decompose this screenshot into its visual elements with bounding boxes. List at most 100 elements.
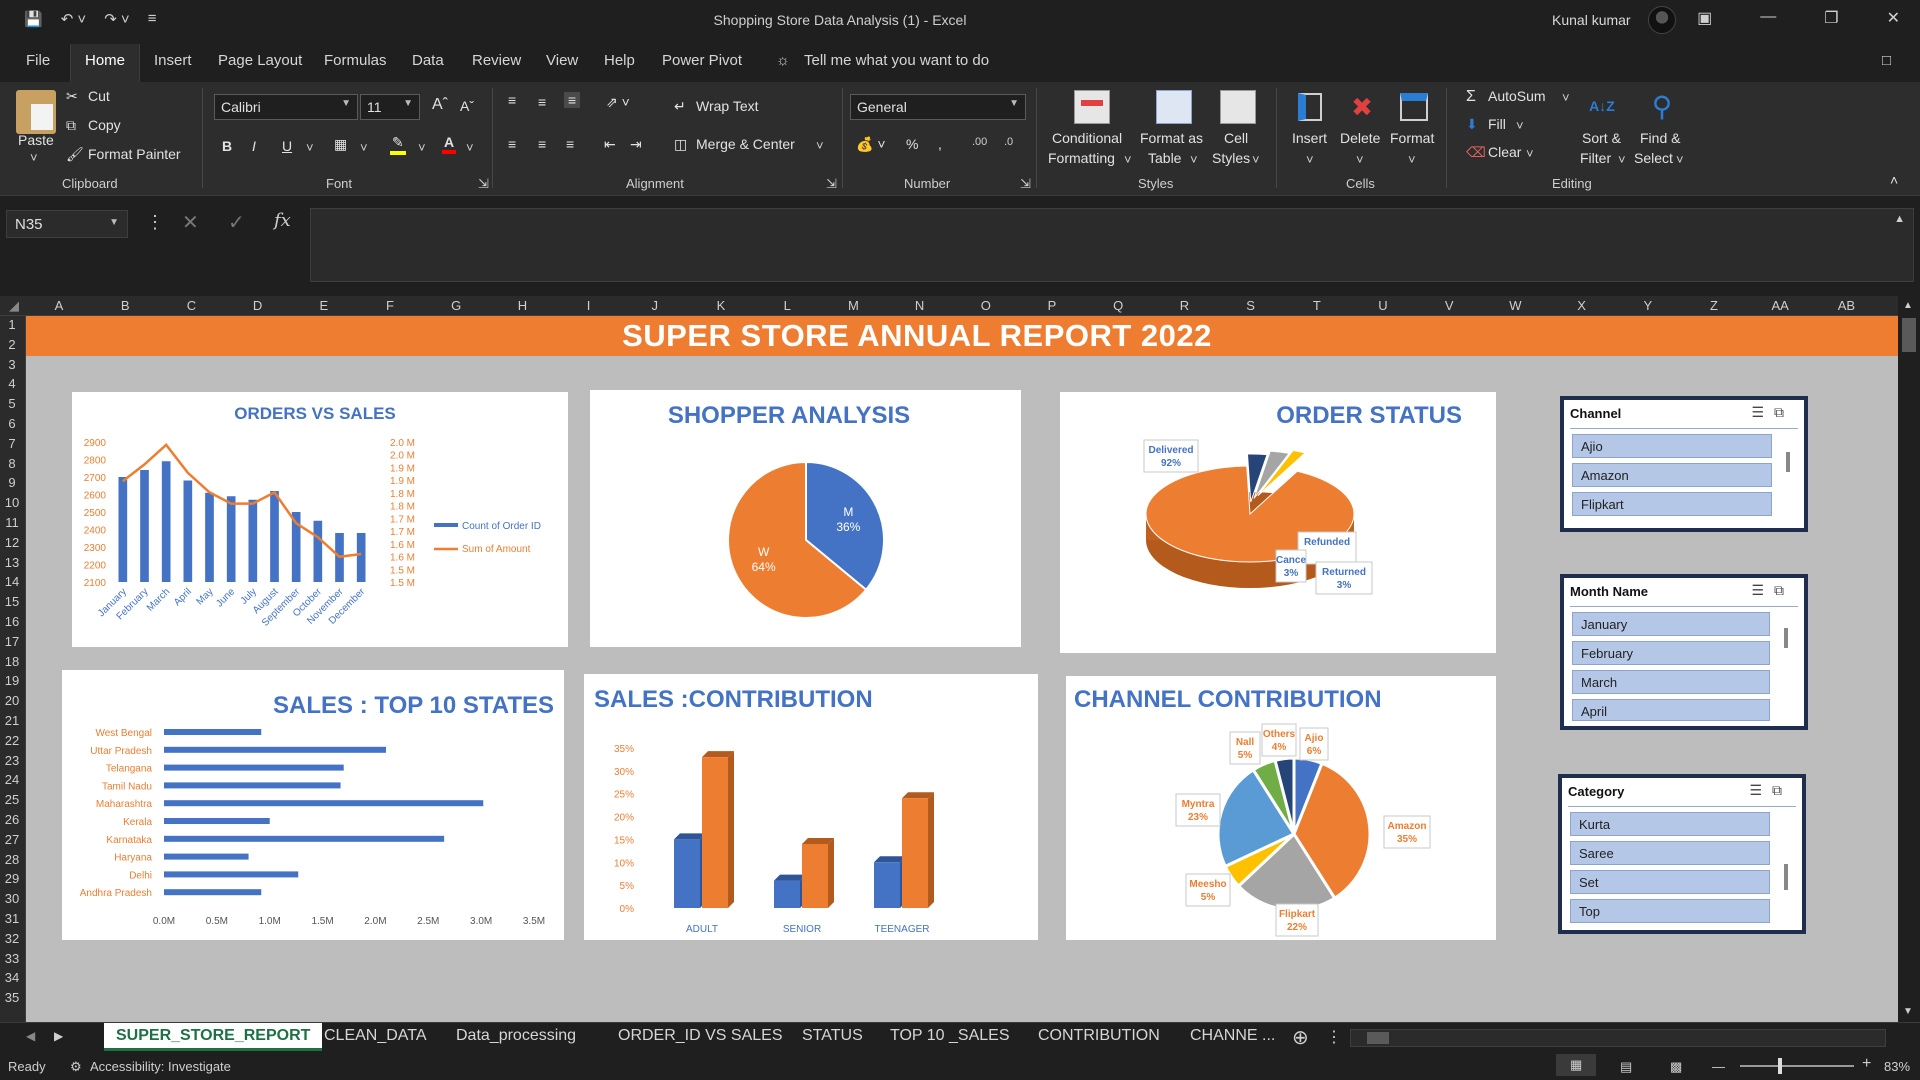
row-header[interactable]: 12 [0, 535, 24, 550]
tab-insert[interactable]: Insert [148, 50, 198, 71]
slicer-category[interactable]: Category ☰⧉ Kurta Saree Set Top [1558, 774, 1806, 934]
column-header[interactable]: J [640, 298, 670, 313]
row-header[interactable]: 14 [0, 574, 24, 589]
cell-styles-icon[interactable] [1220, 90, 1256, 124]
wrap-text-button[interactable]: Wrap Text [696, 98, 759, 114]
slicer-item[interactable]: January [1572, 612, 1770, 636]
cut-button[interactable]: Cut [88, 88, 110, 104]
sheet-tab[interactable]: CLEAN_DATA [312, 1023, 439, 1051]
sort-filter-button[interactable]: Sort & [1582, 130, 1621, 146]
decrease-decimal-icon[interactable]: .0 [1004, 136, 1013, 148]
paste-icon[interactable] [16, 90, 56, 134]
fill-color-icon[interactable]: ✎ [390, 134, 406, 155]
column-header[interactable]: X [1567, 298, 1597, 313]
align-bottom-icon[interactable]: ≡ [564, 92, 581, 108]
delete-cells-icon[interactable]: ✖ [1346, 90, 1378, 124]
column-header[interactable]: AB [1831, 298, 1861, 313]
increase-indent-icon[interactable]: ⇥ [630, 136, 642, 153]
slicer-item[interactable]: Saree [1570, 841, 1770, 865]
row-header[interactable]: 23 [0, 753, 24, 768]
row-header[interactable]: 1 [0, 317, 24, 332]
tab-review[interactable]: Review [466, 50, 527, 71]
ribbon-display-icon[interactable]: ▣ [1697, 8, 1712, 28]
fill-dropdown-icon[interactable]: ˅ [1516, 118, 1524, 133]
row-header[interactable]: 18 [0, 654, 24, 669]
column-header[interactable]: S [1236, 298, 1266, 313]
underline-icon[interactable]: U [282, 138, 292, 154]
column-header[interactable]: I [574, 298, 604, 313]
tabs-more-icon[interactable]: ⋮ [1326, 1027, 1342, 1047]
autosum-button[interactable]: AutoSum [1488, 88, 1546, 104]
wrap-text-icon[interactable]: ↵ [674, 98, 686, 115]
row-header[interactable]: 34 [0, 970, 24, 985]
insert-function-icon[interactable]: fx [274, 210, 291, 231]
column-header[interactable]: F [375, 298, 405, 313]
slicer-item[interactable]: Top [1570, 899, 1770, 923]
percent-style-icon[interactable]: % [906, 136, 918, 152]
slicer-item[interactable]: April [1572, 699, 1770, 721]
borders-icon[interactable]: ▦ [334, 136, 347, 153]
tab-home[interactable]: Home [70, 44, 141, 82]
column-header[interactable]: K [706, 298, 736, 313]
alignment-launcher-icon[interactable]: ⇲ [826, 176, 837, 192]
column-header[interactable]: R [1169, 298, 1199, 313]
fill-color-dropdown-icon[interactable]: ˅ [418, 140, 426, 155]
page-layout-view-icon[interactable]: ▤ [1620, 1059, 1632, 1075]
accessibility-status[interactable]: Accessibility: Investigate [90, 1059, 231, 1074]
tab-help[interactable]: Help [598, 50, 641, 71]
align-middle-icon[interactable]: ≡ [538, 94, 546, 110]
slicer-item[interactable]: February [1572, 641, 1770, 665]
insert-cells-icon[interactable] [1294, 90, 1326, 124]
font-name-combo[interactable]: Calibri ▼ [214, 94, 358, 120]
bold-icon[interactable]: B [222, 138, 232, 154]
find-select-icon[interactable]: ⚲ [1644, 88, 1680, 124]
increase-decimal-icon[interactable]: .00 [972, 136, 987, 148]
fill-button[interactable]: Fill [1488, 116, 1506, 132]
merge-dropdown-icon[interactable]: ˅ [816, 138, 824, 153]
collapse-ribbon-icon[interactable]: ˄ [1890, 172, 1898, 188]
delete-dropdown-icon[interactable]: ˅ [1356, 152, 1364, 167]
font-color-icon[interactable]: A [442, 134, 457, 154]
orientation-icon[interactable]: ⇗ ˅ [606, 94, 630, 111]
merge-icon[interactable]: ◫ [674, 136, 687, 153]
clear-filter-icon[interactable]: ⧉ [1774, 404, 1794, 420]
column-header[interactable]: AA [1765, 298, 1795, 313]
row-header[interactable]: 27 [0, 832, 24, 847]
slicer-item[interactable]: Amazon [1572, 463, 1772, 487]
row-header[interactable]: 29 [0, 871, 24, 886]
tab-file[interactable]: File [20, 50, 56, 71]
conditional-formatting-icon[interactable] [1074, 90, 1110, 124]
add-sheet-icon[interactable]: ⊕ [1292, 1025, 1309, 1050]
row-header[interactable]: 24 [0, 772, 24, 787]
row-header[interactable]: 19 [0, 673, 24, 688]
column-header[interactable]: T [1302, 298, 1332, 313]
paste-button[interactable]: Paste [18, 132, 54, 148]
column-header[interactable]: W [1500, 298, 1530, 313]
font-size-combo[interactable]: 11 ▼ [360, 94, 420, 120]
row-header[interactable]: 16 [0, 614, 24, 629]
tell-me-search[interactable]: Tell me what you want to do [798, 50, 995, 71]
column-header[interactable]: Y [1633, 298, 1663, 313]
sheet-tab[interactable]: CHANNE ... [1178, 1023, 1287, 1051]
accounting-format-icon[interactable]: 💰 ˅ [856, 136, 886, 153]
conditional-formatting-button[interactable]: Conditional [1052, 130, 1122, 146]
format-painter-button[interactable]: Format Painter [88, 146, 181, 162]
slicer-channel[interactable]: Channel ☰⧉ Ajio Amazon Flipkart [1560, 396, 1808, 532]
h-scroll-thumb[interactable] [1367, 1032, 1389, 1044]
slicer-scrollbar[interactable] [1784, 864, 1788, 890]
column-header[interactable]: B [110, 298, 140, 313]
formula-input[interactable]: ▲ [310, 208, 1914, 282]
prev-sheet-icon[interactable]: ◀ [26, 1029, 35, 1043]
find-select-button[interactable]: Find & [1640, 130, 1680, 146]
cut-icon[interactable]: ✂ [66, 88, 78, 105]
chart-order-status[interactable]: ORDER STATUS Delivered 92% Refunded Cance 3%… [1060, 392, 1496, 653]
name-box[interactable]: N35 ▼ [6, 210, 128, 238]
delete-cells-button[interactable]: Delete [1340, 130, 1380, 146]
format-as-table-icon[interactable] [1156, 90, 1192, 124]
select-all-corner[interactable]: ◢ [4, 298, 24, 314]
sort-filter-icon[interactable]: A↓Z [1584, 88, 1620, 124]
cell-styles-dropdown-icon[interactable]: ˅ [1252, 152, 1260, 167]
row-header[interactable]: 32 [0, 931, 24, 946]
row-header[interactable]: 25 [0, 792, 24, 807]
copy-button[interactable]: Copy [88, 117, 121, 133]
